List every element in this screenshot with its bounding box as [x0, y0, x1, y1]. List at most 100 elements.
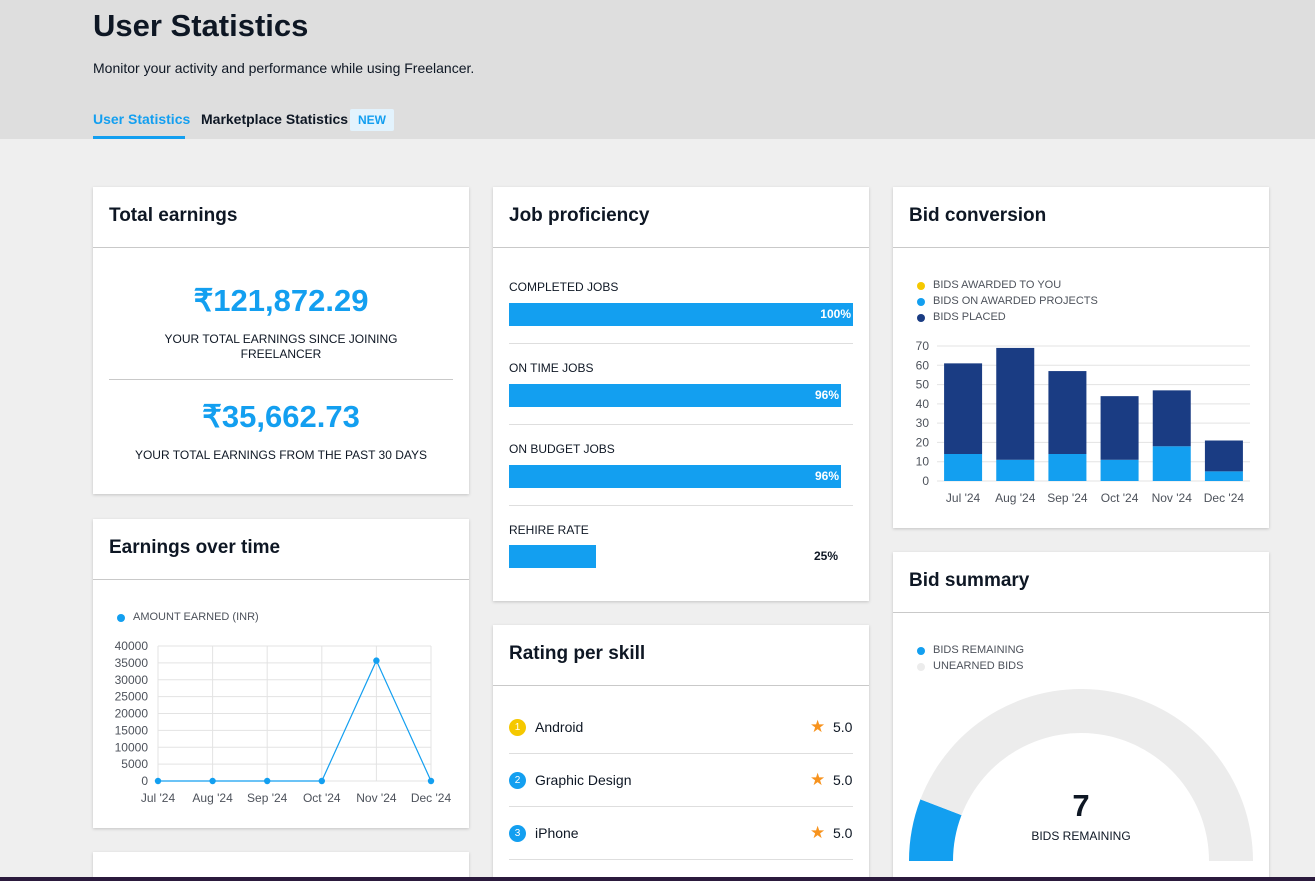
bar-segment	[1048, 371, 1087, 454]
x-tick-label: Nov '24	[1152, 491, 1193, 505]
page-subtitle: Monitor your activity and performance wh…	[93, 60, 475, 76]
rank-badge: 1	[509, 719, 526, 736]
x-tick-label: Dec '24	[1204, 491, 1245, 505]
card-title: Job proficiency	[509, 205, 650, 226]
bids-remaining-value: 7	[1072, 788, 1090, 823]
job-proficiency-card: Job proficiency COMPLETED JOBS 100% ON T…	[493, 187, 869, 601]
divider	[509, 424, 853, 425]
new-badge: NEW	[350, 109, 394, 131]
card-title: Total earnings	[109, 205, 238, 226]
x-tick-label: Dec '24	[411, 791, 452, 805]
x-tick-label: Jul '24	[946, 491, 981, 505]
data-point	[427, 777, 435, 785]
data-point	[318, 777, 325, 785]
data-point	[209, 777, 216, 785]
bar-segment	[944, 454, 983, 481]
rank-badge: 2	[509, 772, 526, 789]
rank-badge: 3	[509, 825, 526, 842]
x-tick-label: Aug '24	[995, 491, 1036, 505]
proficiency-bar: 96%	[509, 465, 841, 488]
data-point	[154, 777, 162, 785]
skill-rating: 5.0	[833, 772, 853, 788]
x-tick-label: Nov '24	[356, 791, 397, 805]
proficiency-label: COMPLETED JOBS	[509, 280, 619, 294]
bar-segment	[1100, 459, 1139, 481]
divider	[509, 505, 853, 506]
data-point	[373, 657, 380, 664]
x-tick-label: Sep '24	[1047, 491, 1088, 505]
tab-user-statistics[interactable]: User Statistics	[93, 111, 190, 127]
total-earnings-amount: ₹121,872.29	[193, 283, 369, 318]
divider	[109, 379, 453, 380]
page-title: User Statistics	[93, 8, 309, 43]
y-tick-label: 60	[916, 358, 930, 372]
series-line	[158, 659, 432, 782]
bar-segment	[996, 459, 1035, 481]
proficiency-bar	[509, 545, 596, 568]
tab-marketplace-statistics[interactable]: Marketplace Statistics	[201, 111, 348, 127]
proficiency-value: 96%	[814, 388, 839, 402]
bar-segment	[996, 347, 1035, 460]
y-tick-label: 40000	[115, 639, 149, 653]
bar-segment	[1204, 440, 1243, 472]
skill-row[interactable]: 1 Android ★ 5.0	[509, 701, 853, 754]
proficiency-label: ON BUDGET JOBS	[509, 442, 615, 456]
bid-summary-card: Bid summary BIDS REMAINING UNEARNED BIDS…	[893, 552, 1269, 881]
bar-segment	[1204, 471, 1243, 481]
skill-rating: 5.0	[833, 719, 853, 735]
taskbar-strip	[0, 877, 1315, 881]
y-tick-label: 40	[916, 397, 930, 411]
data-point	[264, 777, 271, 785]
card-header: Total earnings	[93, 187, 469, 248]
x-tick-label: Oct '24	[1101, 491, 1139, 505]
earnings-line-chart: 0 5000 10000 15000 20000 25000 30000 35000 40000…	[115, 639, 452, 805]
skill-rating: 5.0	[833, 825, 853, 841]
y-tick-label: 30000	[115, 673, 149, 687]
y-tick-label: 25000	[115, 690, 149, 704]
bid-conversion-bar-chart: 0 10 20 30 40 50 60 70 Jul '24 Aug '24 Sep '24 Oct …	[916, 339, 1250, 505]
y-tick-label: 0	[922, 474, 929, 488]
page-header: User Statistics Monitor your activity an…	[0, 0, 1315, 139]
y-tick-label: 10000	[115, 740, 149, 754]
skill-row[interactable]: 2 Graphic Design ★ 5.0	[509, 754, 853, 807]
bar-segment	[1152, 390, 1191, 447]
bar-segment	[1100, 396, 1139, 460]
proficiency-bar: 96%	[509, 384, 841, 407]
y-tick-label: 70	[916, 339, 930, 353]
divider	[509, 343, 853, 344]
total-earnings-caption: YOUR TOTAL EARNINGS SINCE JOINING FREELA…	[164, 332, 398, 361]
total-earnings-card: Total earnings ₹121,872.29 YOUR TOTAL EA…	[93, 187, 469, 494]
proficiency-value: 96%	[814, 469, 839, 483]
bar-segment	[1048, 454, 1087, 481]
y-tick-label: 0	[141, 774, 148, 788]
earnings-over-time-card: Earnings over time AMOUNT EARNED (INR) 0…	[93, 519, 469, 828]
skill-name: iPhone	[535, 825, 579, 841]
x-tick-label: Oct '24	[303, 791, 341, 805]
card-header: Rating per skill	[493, 625, 869, 686]
x-tick-label: Jul '24	[141, 791, 176, 805]
proficiency-label: REHIRE RATE	[509, 523, 589, 537]
skill-row[interactable]: 3 iPhone ★ 5.0	[509, 807, 853, 860]
rating-per-skill-card: Rating per skill 1 Android ★ 5.0 2 Graph…	[493, 625, 869, 881]
recent-earnings-amount: ₹35,662.73	[202, 399, 360, 434]
active-tab-indicator	[93, 136, 185, 139]
y-tick-label: 15000	[115, 723, 149, 737]
star-icon: ★	[810, 717, 826, 736]
y-tick-label: 35000	[115, 656, 149, 670]
bar-segment	[944, 363, 983, 454]
recent-earnings-caption: YOUR TOTAL EARNINGS FROM THE PAST 30 DAY…	[134, 448, 428, 462]
y-tick-label: 20000	[115, 707, 149, 721]
proficiency-bar: 100%	[509, 303, 853, 326]
star-icon: ★	[810, 823, 826, 842]
x-tick-label: Aug '24	[192, 791, 233, 805]
y-tick-label: 10	[916, 455, 930, 469]
proficiency-label: ON TIME JOBS	[509, 361, 594, 375]
card-header: Job proficiency	[493, 187, 869, 248]
bids-remaining-caption: BIDS REMAINING	[1031, 829, 1131, 843]
y-tick-label: 5000	[121, 757, 148, 771]
skill-name: Graphic Design	[535, 772, 632, 788]
bid-conversion-card: Bid conversion BIDS AWARDED TO YOU BIDS …	[893, 187, 1269, 528]
bar-segment	[1152, 446, 1191, 481]
y-tick-label: 20	[916, 435, 930, 449]
star-icon: ★	[810, 770, 826, 789]
